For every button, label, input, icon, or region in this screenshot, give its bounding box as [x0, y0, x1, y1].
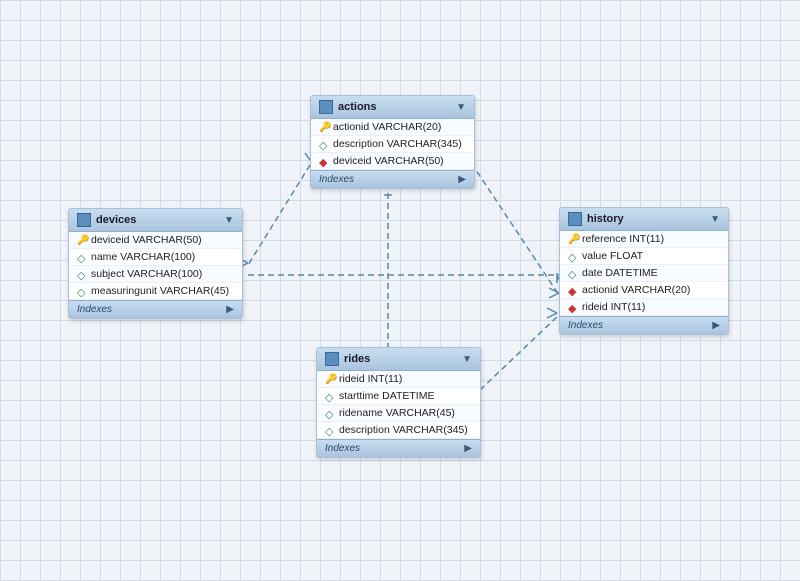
field-text: deviceid VARCHAR(50) [91, 234, 202, 246]
table-row: 🔑 reference INT(11) [560, 231, 728, 248]
table-row: 🔑 rideid INT(11) [317, 371, 480, 388]
diamond-icon: ◇ [77, 252, 87, 262]
history-indexes: Indexes ▶ [560, 316, 728, 334]
diamond-icon: ◇ [325, 408, 335, 418]
actions-header: actions ▼ [311, 96, 474, 119]
actions-chevron-icon: ▼ [456, 102, 466, 113]
rides-header: rides ▼ [317, 348, 480, 371]
table-row: 🔑 actionid VARCHAR(20) [311, 119, 474, 136]
key-icon: 🔑 [77, 235, 87, 245]
table-row: ◇ measuringunit VARCHAR(45) [69, 283, 242, 300]
indexes-arrow-icon: ▶ [464, 443, 472, 454]
field-text: actionid VARCHAR(20) [582, 284, 690, 296]
table-row: ◇ description VARCHAR(345) [311, 136, 474, 153]
table-row: 🔑 deviceid VARCHAR(50) [69, 232, 242, 249]
diamond-red-icon: ◆ [319, 156, 329, 166]
history-chevron-icon: ▼ [710, 214, 720, 225]
indexes-arrow-icon: ▶ [712, 320, 720, 331]
history-header: history ▼ [560, 208, 728, 231]
diamond-red-icon: ◆ [568, 302, 578, 312]
rides-table-name: rides [344, 353, 370, 365]
table-row: ◆ rideid INT(11) [560, 299, 728, 316]
devices-table-name: devices [96, 214, 136, 226]
indexes-label: Indexes [568, 320, 603, 331]
diamond-icon: ◇ [568, 268, 578, 278]
devices-indexes: Indexes ▶ [69, 300, 242, 318]
field-text: reference INT(11) [582, 233, 664, 245]
field-text: actionid VARCHAR(20) [333, 121, 441, 133]
table-row: ◇ ridename VARCHAR(45) [317, 405, 480, 422]
devices-table: devices ▼ 🔑 deviceid VARCHAR(50) ◇ name … [68, 208, 243, 319]
diamond-icon: ◇ [77, 269, 87, 279]
table-row: ◇ subject VARCHAR(100) [69, 266, 242, 283]
history-table-name: history [587, 213, 624, 225]
field-text: rideid INT(11) [339, 373, 402, 385]
actions-table-name: actions [338, 101, 377, 113]
indexes-label: Indexes [77, 304, 112, 315]
history-table-icon [568, 212, 582, 226]
indexes-arrow-icon: ▶ [226, 304, 234, 315]
key-icon: 🔑 [568, 234, 578, 244]
actions-table-icon [319, 100, 333, 114]
diamond-icon: ◇ [77, 286, 87, 296]
diamond-red-icon: ◆ [568, 285, 578, 295]
rides-chevron-icon: ▼ [462, 354, 472, 365]
field-text: measuringunit VARCHAR(45) [91, 285, 229, 297]
field-text: deviceid VARCHAR(50) [333, 155, 444, 167]
table-row: ◇ description VARCHAR(345) [317, 422, 480, 439]
key-icon: 🔑 [325, 374, 335, 384]
field-text: starttime DATETIME [339, 390, 434, 402]
table-row: ◆ deviceid VARCHAR(50) [311, 153, 474, 170]
actions-table: actions ▼ 🔑 actionid VARCHAR(20) ◇ descr… [310, 95, 475, 189]
table-row: ◇ starttime DATETIME [317, 388, 480, 405]
diamond-icon: ◇ [325, 391, 335, 401]
table-row: ◇ name VARCHAR(100) [69, 249, 242, 266]
table-row: ◇ date DATETIME [560, 265, 728, 282]
rides-table: rides ▼ 🔑 rideid INT(11) ◇ starttime DAT… [316, 347, 481, 458]
history-table: history ▼ 🔑 reference INT(11) ◇ value FL… [559, 207, 729, 335]
field-text: name VARCHAR(100) [91, 251, 195, 263]
table-row: ◆ actionid VARCHAR(20) [560, 282, 728, 299]
field-text: subject VARCHAR(100) [91, 268, 202, 280]
field-text: description VARCHAR(345) [339, 424, 468, 436]
field-text: value FLOAT [582, 250, 643, 262]
key-icon: 🔑 [319, 122, 329, 132]
field-text: rideid INT(11) [582, 301, 645, 313]
devices-header: devices ▼ [69, 209, 242, 232]
actions-indexes: Indexes ▶ [311, 170, 474, 188]
diamond-icon: ◇ [568, 251, 578, 261]
rides-indexes: Indexes ▶ [317, 439, 480, 457]
field-text: date DATETIME [582, 267, 658, 279]
indexes-arrow-icon: ▶ [458, 174, 466, 185]
indexes-label: Indexes [319, 174, 354, 185]
indexes-label: Indexes [325, 443, 360, 454]
rides-table-icon [325, 352, 339, 366]
diamond-icon: ◇ [319, 139, 329, 149]
field-text: description VARCHAR(345) [333, 138, 462, 150]
table-row: ◇ value FLOAT [560, 248, 728, 265]
devices-chevron-icon: ▼ [224, 215, 234, 226]
field-text: ridename VARCHAR(45) [339, 407, 455, 419]
devices-table-icon [77, 213, 91, 227]
diamond-icon: ◇ [325, 425, 335, 435]
